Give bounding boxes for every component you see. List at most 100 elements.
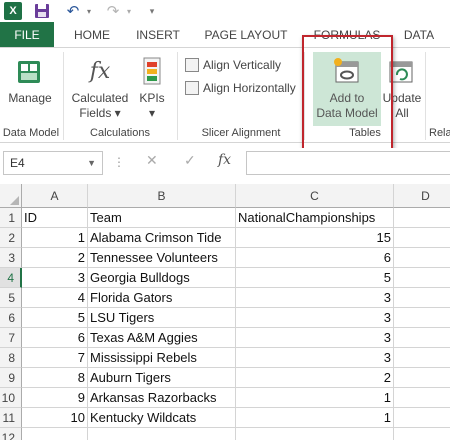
cell-championships[interactable]: 1 (236, 388, 394, 408)
enter-icon[interactable]: ✓ (184, 152, 196, 169)
customize-toolbar-icon[interactable]: ▾ (146, 2, 158, 20)
tab-home[interactable]: HOME (64, 22, 120, 47)
row-header[interactable]: 1 (0, 208, 22, 228)
row-header[interactable]: 8 (0, 348, 22, 368)
cancel-icon[interactable]: ✕ (146, 152, 158, 169)
cell-empty[interactable] (394, 288, 450, 308)
cell-championships[interactable]: 6 (236, 248, 394, 268)
column-header-b[interactable]: B (88, 184, 236, 208)
formula-bar-grip[interactable]: ⋮ (113, 155, 125, 169)
cell-id[interactable]: ID (22, 208, 88, 228)
chevron-down-icon[interactable]: ▼ (87, 158, 96, 168)
align-horizontally-label: Align Horizontally (203, 81, 296, 95)
row-header[interactable]: 12 (0, 428, 22, 440)
cell-empty[interactable] (394, 208, 450, 228)
cell-team[interactable]: Tennessee Volunteers (88, 248, 236, 268)
cell-championships[interactable] (236, 428, 394, 440)
row-header[interactable]: 11 (0, 408, 22, 428)
row-header[interactable]: 2 (0, 228, 22, 248)
row-header[interactable]: 5 (0, 288, 22, 308)
tab-file[interactable]: FILE (0, 22, 54, 47)
row-header[interactable]: 4 (0, 268, 22, 288)
column-header-d[interactable]: D (394, 184, 450, 208)
row-header[interactable]: 7 (0, 328, 22, 348)
cell-id[interactable]: 10 (22, 408, 88, 428)
cell-team[interactable]: LSU Tigers (88, 308, 236, 328)
cell-championships[interactable]: 15 (236, 228, 394, 248)
cell-empty[interactable] (394, 388, 450, 408)
undo-icon[interactable]: ↶ (64, 2, 82, 20)
cell-empty[interactable] (394, 308, 450, 328)
cell-id[interactable]: 1 (22, 228, 88, 248)
cell-championships[interactable]: 1 (236, 408, 394, 428)
name-box-value: E4 (10, 156, 25, 170)
cell-id[interactable]: 2 (22, 248, 88, 268)
cell-championships[interactable]: 2 (236, 368, 394, 388)
group-label-calculations: Calculations (90, 127, 150, 139)
insert-function-icon[interactable]: fx (218, 152, 231, 168)
cell-empty[interactable] (394, 328, 450, 348)
calculated-fields-button[interactable]: fx Calculated Fields ▾ (68, 54, 132, 121)
column-header-a[interactable]: A (22, 184, 88, 208)
row-header[interactable]: 10 (0, 388, 22, 408)
cell-championships[interactable]: 3 (236, 328, 394, 348)
cell-empty[interactable] (394, 268, 450, 288)
formula-bar: E4 ▼ ⋮ ✕ ✓ fx (0, 148, 450, 182)
cell-id[interactable]: 7 (22, 348, 88, 368)
row-header[interactable]: 9 (0, 368, 22, 388)
kpis-button[interactable]: KPIs ▾ (134, 54, 170, 121)
cell-team[interactable]: Mississippi Rebels (88, 348, 236, 368)
cell-team[interactable]: Auburn Tigers (88, 368, 236, 388)
cell-team[interactable]: Kentucky Wildcats (88, 408, 236, 428)
tab-data[interactable]: DATA (394, 22, 444, 47)
align-horizontally-button[interactable]: Align Horizontally (185, 79, 296, 97)
cell-team[interactable]: Florida Gators (88, 288, 236, 308)
kpis-label: KPIs (139, 91, 165, 105)
align-vertically-button[interactable]: Align Vertically (185, 56, 281, 74)
cell-id[interactable]: 5 (22, 308, 88, 328)
cell-empty[interactable] (394, 428, 450, 440)
cell-championships[interactable]: 3 (236, 348, 394, 368)
cell-empty[interactable] (394, 248, 450, 268)
name-box[interactable]: E4 ▼ (3, 151, 103, 175)
cell-id[interactable]: 8 (22, 368, 88, 388)
cell-championships[interactable]: 3 (236, 288, 394, 308)
cell-id[interactable]: 9 (22, 388, 88, 408)
cell-empty[interactable] (394, 368, 450, 388)
undo-dropdown-icon[interactable]: ▾ (84, 2, 94, 20)
cell-id[interactable]: 4 (22, 288, 88, 308)
save-icon[interactable] (33, 2, 51, 20)
cell-team[interactable]: Georgia Bulldogs (88, 268, 236, 288)
cell-team[interactable] (88, 428, 236, 440)
row-header[interactable]: 6 (0, 308, 22, 328)
cell-team[interactable]: Arkansas Razorbacks (88, 388, 236, 408)
cell-empty[interactable] (394, 348, 450, 368)
cell-id[interactable]: 3 (22, 268, 88, 288)
cell-championships[interactable]: 5 (236, 268, 394, 288)
redo-dropdown-icon[interactable]: ▾ (124, 2, 134, 20)
redo-icon[interactable]: ↷ (104, 2, 122, 20)
row-header[interactable]: 3 (0, 248, 22, 268)
cell-championships[interactable]: 3 (236, 308, 394, 328)
manage-label: Manage (8, 91, 52, 105)
align-horizontally-icon (185, 81, 199, 95)
cell-team[interactable]: Team (88, 208, 236, 228)
kpi-icon (135, 54, 169, 88)
formula-input[interactable] (246, 151, 450, 175)
cell-team[interactable]: Alabama Crimson Tide (88, 228, 236, 248)
cell-team[interactable]: Texas A&M Aggies (88, 328, 236, 348)
excel-icon[interactable]: X (4, 2, 22, 20)
column-header-c[interactable]: C (236, 184, 394, 208)
tab-page-layout[interactable]: PAGE LAYOUT (198, 22, 294, 47)
select-all-corner[interactable] (0, 184, 22, 208)
cell-empty[interactable] (394, 228, 450, 248)
cell-id[interactable]: 6 (22, 328, 88, 348)
group-label-slicer-alignment: Slicer Alignment (201, 127, 281, 139)
tab-insert[interactable]: INSERT (128, 22, 188, 47)
manage-button[interactable]: Manage (4, 54, 56, 106)
cell-empty[interactable] (394, 408, 450, 428)
align-vertically-icon (185, 58, 199, 72)
group-divider (425, 52, 426, 140)
cell-id[interactable] (22, 428, 88, 440)
cell-championships[interactable]: NationalChampionships (236, 208, 394, 228)
